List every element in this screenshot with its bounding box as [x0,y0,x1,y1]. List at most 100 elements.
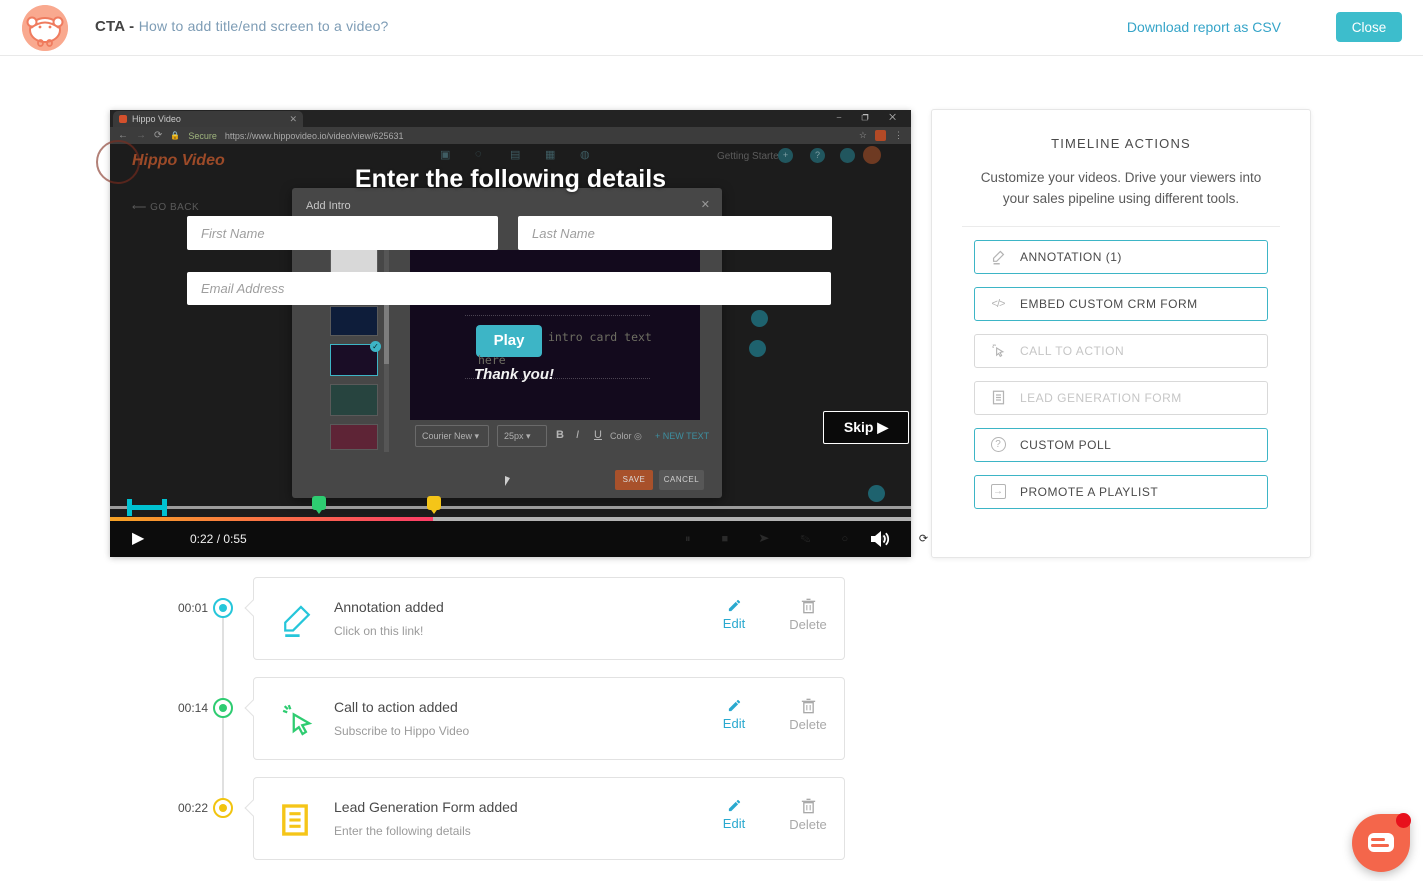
extension-icon [875,130,886,141]
edit-button[interactable]: Edit [706,798,762,833]
question-bubble-icon: ? [989,437,1007,452]
forward-icon: → [136,130,146,141]
download-csv-link[interactable]: Download report as CSV [1127,19,1281,35]
person-icon: ◌ [475,148,482,160]
intro-thumbnail [330,424,378,450]
annotation-range-marker[interactable] [127,499,167,516]
event-dot[interactable] [213,598,233,618]
edit-button[interactable]: Edit [706,698,762,733]
video-title: How to add title/end screen to a video? [139,18,389,34]
event-title: Call to action added [334,699,458,715]
lead-generation-form-action-button[interactable]: LEAD GENERATION FORM [974,381,1268,415]
volume-icon[interactable] [868,527,892,556]
mouse-cursor [505,476,510,486]
getting-started-label: Getting Started [717,151,784,162]
secure-label: Secure [188,131,217,141]
action-label: CUSTOM POLL [1020,438,1111,452]
event-time: 00:22 [150,801,208,815]
leadform-marker-pin[interactable] [427,496,441,510]
browser-menu-icon: ⋮ [894,130,903,141]
embed-crm-form-action-button[interactable]: </> EMBED CUSTOM CRM FORM [974,287,1268,321]
action-label: CALL TO ACTION [1020,344,1124,358]
new-text-link: + NEW TEXT [655,431,709,441]
bell-icon [840,148,855,163]
check-icon: ✓ [370,341,381,352]
go-back-link: ⟵ GO BACK [132,202,199,213]
video-player[interactable]: Hippo Video ✕ ⎯ ❐ ✕ ← → ⟳ 🔒 Secure https… [110,110,911,557]
hippo-logo-icon [22,5,68,51]
marker-track[interactable] [110,506,911,509]
event-row-leadform: 00:22 Lead Generation Form added Enter t… [110,777,870,860]
bold-icon: B [556,429,564,441]
pencil-icon [989,249,1007,265]
arrow-box-icon: → [989,484,1007,499]
gear-icon: ◍ [580,148,590,161]
code-icon: </> [989,298,1007,310]
email-field[interactable] [187,272,831,305]
event-title: Annotation added [334,599,444,615]
play-button[interactable]: ▶ [132,528,144,548]
intro-thumbnail [330,384,378,416]
top-bar: CTA - How to add title/end screen to a v… [0,0,1423,56]
font-family-select: Courier New ▾ [415,425,489,447]
event-subtitle: Enter the following details [334,824,471,838]
cursor-click-icon [989,343,1007,358]
panel-description: Customize your videos. Drive your viewer… [968,167,1274,210]
intro-thumbnail-selected: ✓ [330,344,378,376]
modal-close-icon: ✕ [701,198,710,211]
last-name-field[interactable] [518,216,832,250]
close-button[interactable]: Close [1336,12,1402,42]
edit-button[interactable]: Edit [706,598,762,633]
event-time: 00:01 [150,601,208,615]
color-picker: Color ◎ [610,431,642,442]
promote-playlist-action-button[interactable]: → PROMOTE A PLAYLIST [974,475,1268,509]
event-title: Lead Generation Form added [334,799,518,815]
recorded-toolbar-icons: ⏸ ■ ➤ ✎ ○ ◆ ⟳ [685,532,942,546]
first-name-field[interactable] [187,216,498,250]
skip-button[interactable]: Skip ▶ [823,411,909,444]
add-icon: + [778,148,793,163]
camera-icon: ▣ [440,148,450,161]
refresh-icon: ⟳ [154,130,162,141]
delete-button[interactable]: Delete [780,598,836,634]
url-text: https://www.hippovideo.io/video/view/625… [225,131,851,141]
annotation-action-button[interactable]: ANNOTATION (1) [974,240,1268,274]
tab-title: Hippo Video [132,114,284,124]
save-button: SAVE [615,470,653,490]
delete-button[interactable]: Delete [780,798,836,834]
event-row-cta: 00:14 Call to action added Subscribe to … [110,677,870,760]
action-label: PROMOTE A PLAYLIST [1020,485,1158,499]
tab-close-icon: ✕ [289,114,297,125]
leadform-title: Enter the following details [110,165,911,194]
recorded-browser-tabstrip: Hippo Video ✕ ⎯ ❐ ✕ [110,110,911,127]
intro-thumbnail [330,248,378,274]
cta-marker-pin[interactable] [312,496,326,510]
cursor-click-icon [281,703,313,737]
favicon [119,115,127,123]
time-display: 0:22 / 0:55 [190,532,247,546]
call-to-action-action-button[interactable]: CALL TO ACTION [974,334,1268,368]
action-label: ANNOTATION (1) [1020,250,1122,264]
custom-poll-action-button[interactable]: ? CUSTOM POLL [974,428,1268,462]
upload-icon: ▤ [510,148,520,161]
event-card: Annotation added Click on this link! Edi… [253,577,845,660]
annotation-marker-icon [749,340,766,357]
intro-card-text: intro card text [548,330,652,344]
delete-button[interactable]: Delete [780,698,836,734]
action-label: EMBED CUSTOM CRM FORM [1020,297,1198,311]
event-dot[interactable] [213,698,233,718]
event-card: Lead Generation Form added Enter the fol… [253,777,845,860]
event-dot[interactable] [213,798,233,818]
underline-icon: U [594,429,602,441]
thank-you-text: Thank you! [474,366,554,383]
recorded-browser-addressbar: ← → ⟳ 🔒 Secure https://www.hippovideo.io… [110,127,911,144]
divider [962,226,1280,227]
document-icon [281,803,313,837]
page: CTA - How to add title/end screen to a v… [0,0,1423,881]
pencil-icon [281,603,313,637]
annotation-marker-icon [868,485,885,502]
event-time: 00:14 [150,701,208,715]
event-card: Call to action added Subscribe to Hippo … [253,677,845,760]
grid-icon: ▦ [545,148,555,161]
player-controls: ▶ 0:22 / 0:55 ⏸ ■ ➤ ✎ ○ ◆ ⟳ [110,521,911,557]
